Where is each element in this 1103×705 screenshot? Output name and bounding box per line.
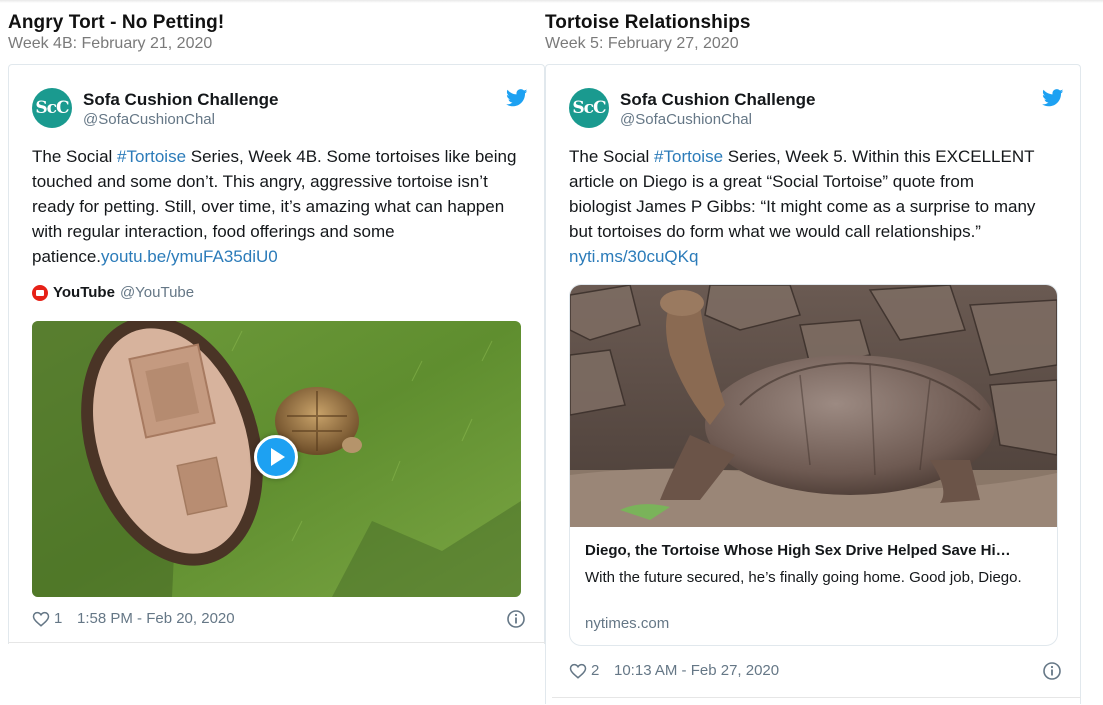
info-icon[interactable] [1042,661,1062,681]
card-domain: nytimes.com [585,615,670,632]
heart-icon[interactable] [569,662,587,680]
media-source-handle[interactable]: @YouTube [120,284,194,301]
twitter-bird-icon[interactable] [506,89,528,107]
avatar[interactable]: ScC [569,88,609,128]
tweet-text-start: The Social [32,147,118,166]
hashtag-link[interactable]: #Tortoise [117,147,186,166]
embedded-tweet[interactable]: ScC Sofa Cushion Challenge @SofaCushionC… [8,64,545,644]
card-description: With the future secured, he’s finally go… [585,569,1022,586]
author-name[interactable]: Sofa Cushion Challenge [83,90,279,110]
hashtag-link[interactable]: #Tortoise [654,147,723,166]
like-count[interactable]: 2 [591,662,599,679]
tweet-timestamp[interactable]: 1:58 PM - Feb 20, 2020 [77,610,235,627]
youtube-icon [32,284,48,301]
play-button[interactable] [254,435,298,479]
tweet-footer: 1 1:58 PM - Feb 20, 2020 [32,608,528,632]
divider [8,642,545,643]
author-handle[interactable]: @SofaCushionChal [83,111,215,128]
media-source-name[interactable]: YouTube [53,284,115,301]
tweet-header: ScC Sofa Cushion Challenge @SofaCushionC… [32,87,528,131]
info-icon[interactable] [506,609,526,629]
tweet-timestamp[interactable]: 10:13 AM - Feb 27, 2020 [614,662,779,679]
author-name[interactable]: Sofa Cushion Challenge [620,90,816,110]
tweet-url-link[interactable]: youtu.be/ymuFA35diU0 [101,247,278,266]
tweet-text-start: The Social [569,147,655,166]
tweet-text: The Social #Tortoise Series, Week 5. Wit… [569,144,1039,269]
avatar[interactable]: ScC [32,88,72,128]
like-count[interactable]: 1 [54,610,62,627]
twitter-bird-icon[interactable] [1042,89,1064,107]
link-preview-card[interactable]: Diego, the Tortoise Whose High Sex Drive… [569,284,1058,646]
heart-icon[interactable] [32,610,50,628]
embedded-tweet[interactable]: ScC Sofa Cushion Challenge @SofaCushionC… [545,64,1081,704]
post-date: Week 4B: February 21, 2020 [8,35,213,52]
play-icon [271,448,285,466]
top-shadow-line [0,0,1103,3]
post-title[interactable]: Angry Tort - No Petting! [8,12,545,34]
divider [552,697,1081,698]
post-date: Week 5: February 27, 2020 [545,35,739,52]
tweet-text: The Social #Tortoise Series, Week 4B. So… [32,144,522,269]
card-title[interactable]: Diego, the Tortoise Whose High Sex Drive… [585,542,1040,559]
post-column-week-5: Tortoise Relationships Week 5: February … [545,12,1085,704]
tweet-header: ScC Sofa Cushion Challenge @SofaCushionC… [569,87,1064,131]
author-handle[interactable]: @SofaCushionChal [620,111,752,128]
tortoise-article-image [570,285,1057,527]
tweet-footer: 2 10:13 AM - Feb 27, 2020 [569,660,1064,684]
media-source[interactable]: YouTube @YouTube [32,284,194,301]
post-column-week-4b: Angry Tort - No Petting! Week 4B: Februa… [8,12,545,644]
tweet-url-link[interactable]: nyti.ms/30cuQKq [569,247,698,266]
video-thumbnail[interactable] [32,321,521,597]
post-title[interactable]: Tortoise Relationships [545,12,1085,34]
